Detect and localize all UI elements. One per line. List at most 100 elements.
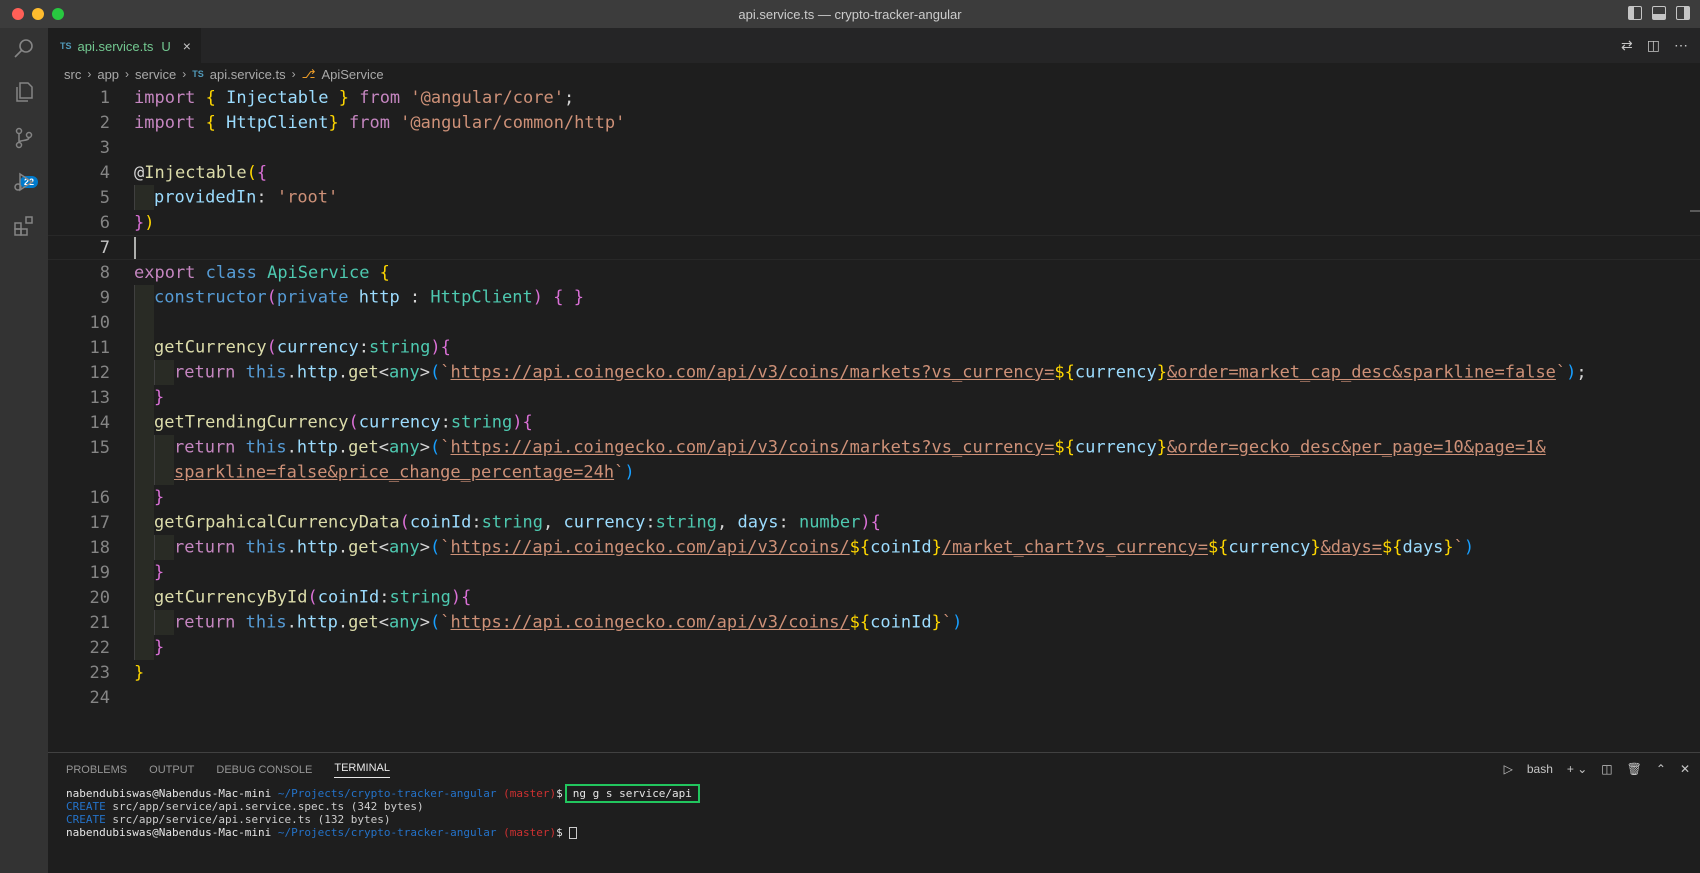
window-controls (12, 8, 64, 20)
more-actions-icon[interactable]: ⋯ (1674, 37, 1688, 54)
line-number: 1 (99, 87, 110, 108)
breadcrumb-file[interactable]: api.service.ts (210, 67, 286, 82)
line-number: 7 (99, 237, 110, 258)
code-line: 13 } (48, 385, 1700, 410)
code-text: } (134, 635, 164, 660)
line-number: 20 (89, 587, 110, 608)
bottom-panel: PROBLEMS OUTPUT DEBUG CONSOLE TERMINAL ▷… (48, 752, 1700, 873)
line-number: 2 (99, 112, 110, 133)
editor-area: TS api.service.ts U × ⇄ ◫ ⋯ src › app › … (48, 28, 1700, 752)
line-number: 11 (89, 337, 110, 358)
code-editor[interactable]: 1 import { Injectable } from '@angular/c… (48, 85, 1700, 752)
toggle-secondary-sidebar-icon[interactable] (1676, 6, 1690, 20)
code-line: 1 import { Injectable } from '@angular/c… (48, 85, 1700, 110)
text-cursor (134, 236, 136, 259)
breadcrumb-src[interactable]: src (64, 67, 81, 82)
line-number: 10 (89, 312, 110, 333)
split-terminal-icon[interactable]: ◫ (1601, 762, 1612, 776)
line-number: 9 (99, 287, 110, 308)
code-text: } (134, 385, 164, 410)
code-text: import { HttpClient} from '@angular/comm… (134, 112, 626, 133)
tab-terminal[interactable]: TERMINAL (334, 762, 390, 778)
code-text: sparkline=false&price_change_percentage=… (134, 460, 635, 485)
code-text: getCurrency(currency:string){ (134, 335, 451, 360)
title-bar: api.service.ts — crypto-tracker-angular (0, 0, 1700, 28)
code-line: 14 getTrendingCurrency(currency:string){ (48, 410, 1700, 435)
breadcrumb-app[interactable]: app (97, 67, 119, 82)
code-text: }) (134, 212, 155, 233)
code-line: 18 return this.http.get<any>(`https://ap… (48, 535, 1700, 560)
line-number: 14 (89, 412, 110, 433)
code-text (134, 310, 154, 335)
minimize-window-button[interactable] (32, 8, 44, 20)
editor-actions: ⇄ ◫ ⋯ (1621, 37, 1688, 54)
maximize-window-button[interactable] (52, 8, 64, 20)
terminal-line: nabendubiswas@Nabendus-Mac-mini ~/Projec… (66, 784, 1700, 803)
line-number: 24 (89, 687, 110, 708)
breadcrumb-service[interactable]: service (135, 67, 176, 82)
code-text: getTrendingCurrency(currency:string){ (134, 410, 533, 435)
code-text: return this.http.get<any>(`https://api.c… (134, 535, 1474, 560)
chevron-right-icon: › (291, 67, 296, 81)
code-text: getCurrencyById(coinId:string){ (134, 585, 471, 610)
explorer-icon[interactable] (12, 80, 36, 104)
shell-name[interactable]: bash (1527, 762, 1553, 776)
code-text: return this.http.get<any>(`https://api.c… (134, 360, 1587, 385)
code-text: return this.http.get<any>(`https://api.c… (134, 435, 1546, 460)
split-editor-icon[interactable]: ◫ (1647, 37, 1660, 54)
code-line: 10 (48, 310, 1700, 335)
code-line-current: 7 (48, 235, 1700, 260)
code-line: 19 } (48, 560, 1700, 585)
code-text: import { Injectable } from '@angular/cor… (134, 87, 575, 108)
tab-debug-console[interactable]: DEBUG CONSOLE (216, 764, 312, 776)
close-panel-icon[interactable]: ✕ (1680, 762, 1690, 776)
toggle-panel-icon[interactable] (1652, 6, 1666, 20)
code-line: 24 (48, 685, 1700, 710)
line-number: 16 (89, 487, 110, 508)
line-number: 13 (89, 387, 110, 408)
run-debug-icon[interactable] (12, 170, 36, 194)
breadcrumb-symbol[interactable]: ApiService (321, 67, 383, 82)
close-window-button[interactable] (12, 8, 24, 20)
untracked-indicator: U (161, 38, 171, 54)
terminal-line: nabendubiswas@Nabendus-Mac-mini ~/Projec… (66, 826, 1700, 839)
toggle-primary-sidebar-icon[interactable] (1628, 6, 1642, 20)
line-number: 6 (99, 212, 110, 233)
tab-output[interactable]: OUTPUT (149, 764, 194, 776)
code-line: 17 getGrpahicalCurrencyData(coinId:strin… (48, 510, 1700, 535)
chevron-right-icon: › (125, 67, 130, 81)
source-control-icon[interactable] (12, 126, 36, 150)
code-line: 9 constructor(private http : HttpClient)… (48, 285, 1700, 310)
code-line: 15 return this.http.get<any>(`https://ap… (48, 435, 1700, 460)
code-text: } (134, 560, 164, 585)
close-icon[interactable]: × (183, 38, 191, 54)
line-number: 3 (99, 137, 110, 158)
code-line: 2 import { HttpClient} from '@angular/co… (48, 110, 1700, 135)
code-line: 8 export class ApiService { (48, 260, 1700, 285)
code-line: 22 } (48, 635, 1700, 660)
maximize-panel-icon[interactable]: ⌃ (1656, 762, 1666, 776)
open-changes-icon[interactable]: ⇄ (1621, 37, 1633, 54)
tab-problems[interactable]: PROBLEMS (66, 764, 127, 776)
terminal-icon: ▷ (1503, 762, 1513, 776)
typescript-file-icon: TS (60, 41, 72, 51)
tab-api-service[interactable]: TS api.service.ts U × (48, 28, 201, 63)
tab-label: api.service.ts (77, 38, 154, 54)
code-line: 11 getCurrency(currency:string){ (48, 335, 1700, 360)
line-number: 23 (89, 662, 110, 683)
code-line: 23 } (48, 660, 1700, 685)
terminal-output[interactable]: nabendubiswas@Nabendus-Mac-mini ~/Projec… (48, 784, 1700, 839)
code-line: 3 (48, 135, 1700, 160)
line-number: 12 (89, 362, 110, 383)
code-text: return this.http.get<any>(`https://api.c… (134, 610, 962, 635)
line-number: 19 (89, 562, 110, 583)
search-icon[interactable] (12, 36, 36, 60)
extensions-icon[interactable] (12, 214, 36, 238)
code-line: 21 return this.http.get<any>(`https://ap… (48, 610, 1700, 635)
code-text: @Injectable({ (134, 162, 268, 183)
new-terminal-icon[interactable]: + ⌄ (1567, 762, 1587, 776)
code-text: } (134, 662, 145, 683)
trash-icon[interactable]: 🗑 (1627, 762, 1642, 776)
code-line-wrapped: sparkline=false&price_change_percentage=… (48, 460, 1700, 485)
layout-controls (1628, 6, 1690, 20)
